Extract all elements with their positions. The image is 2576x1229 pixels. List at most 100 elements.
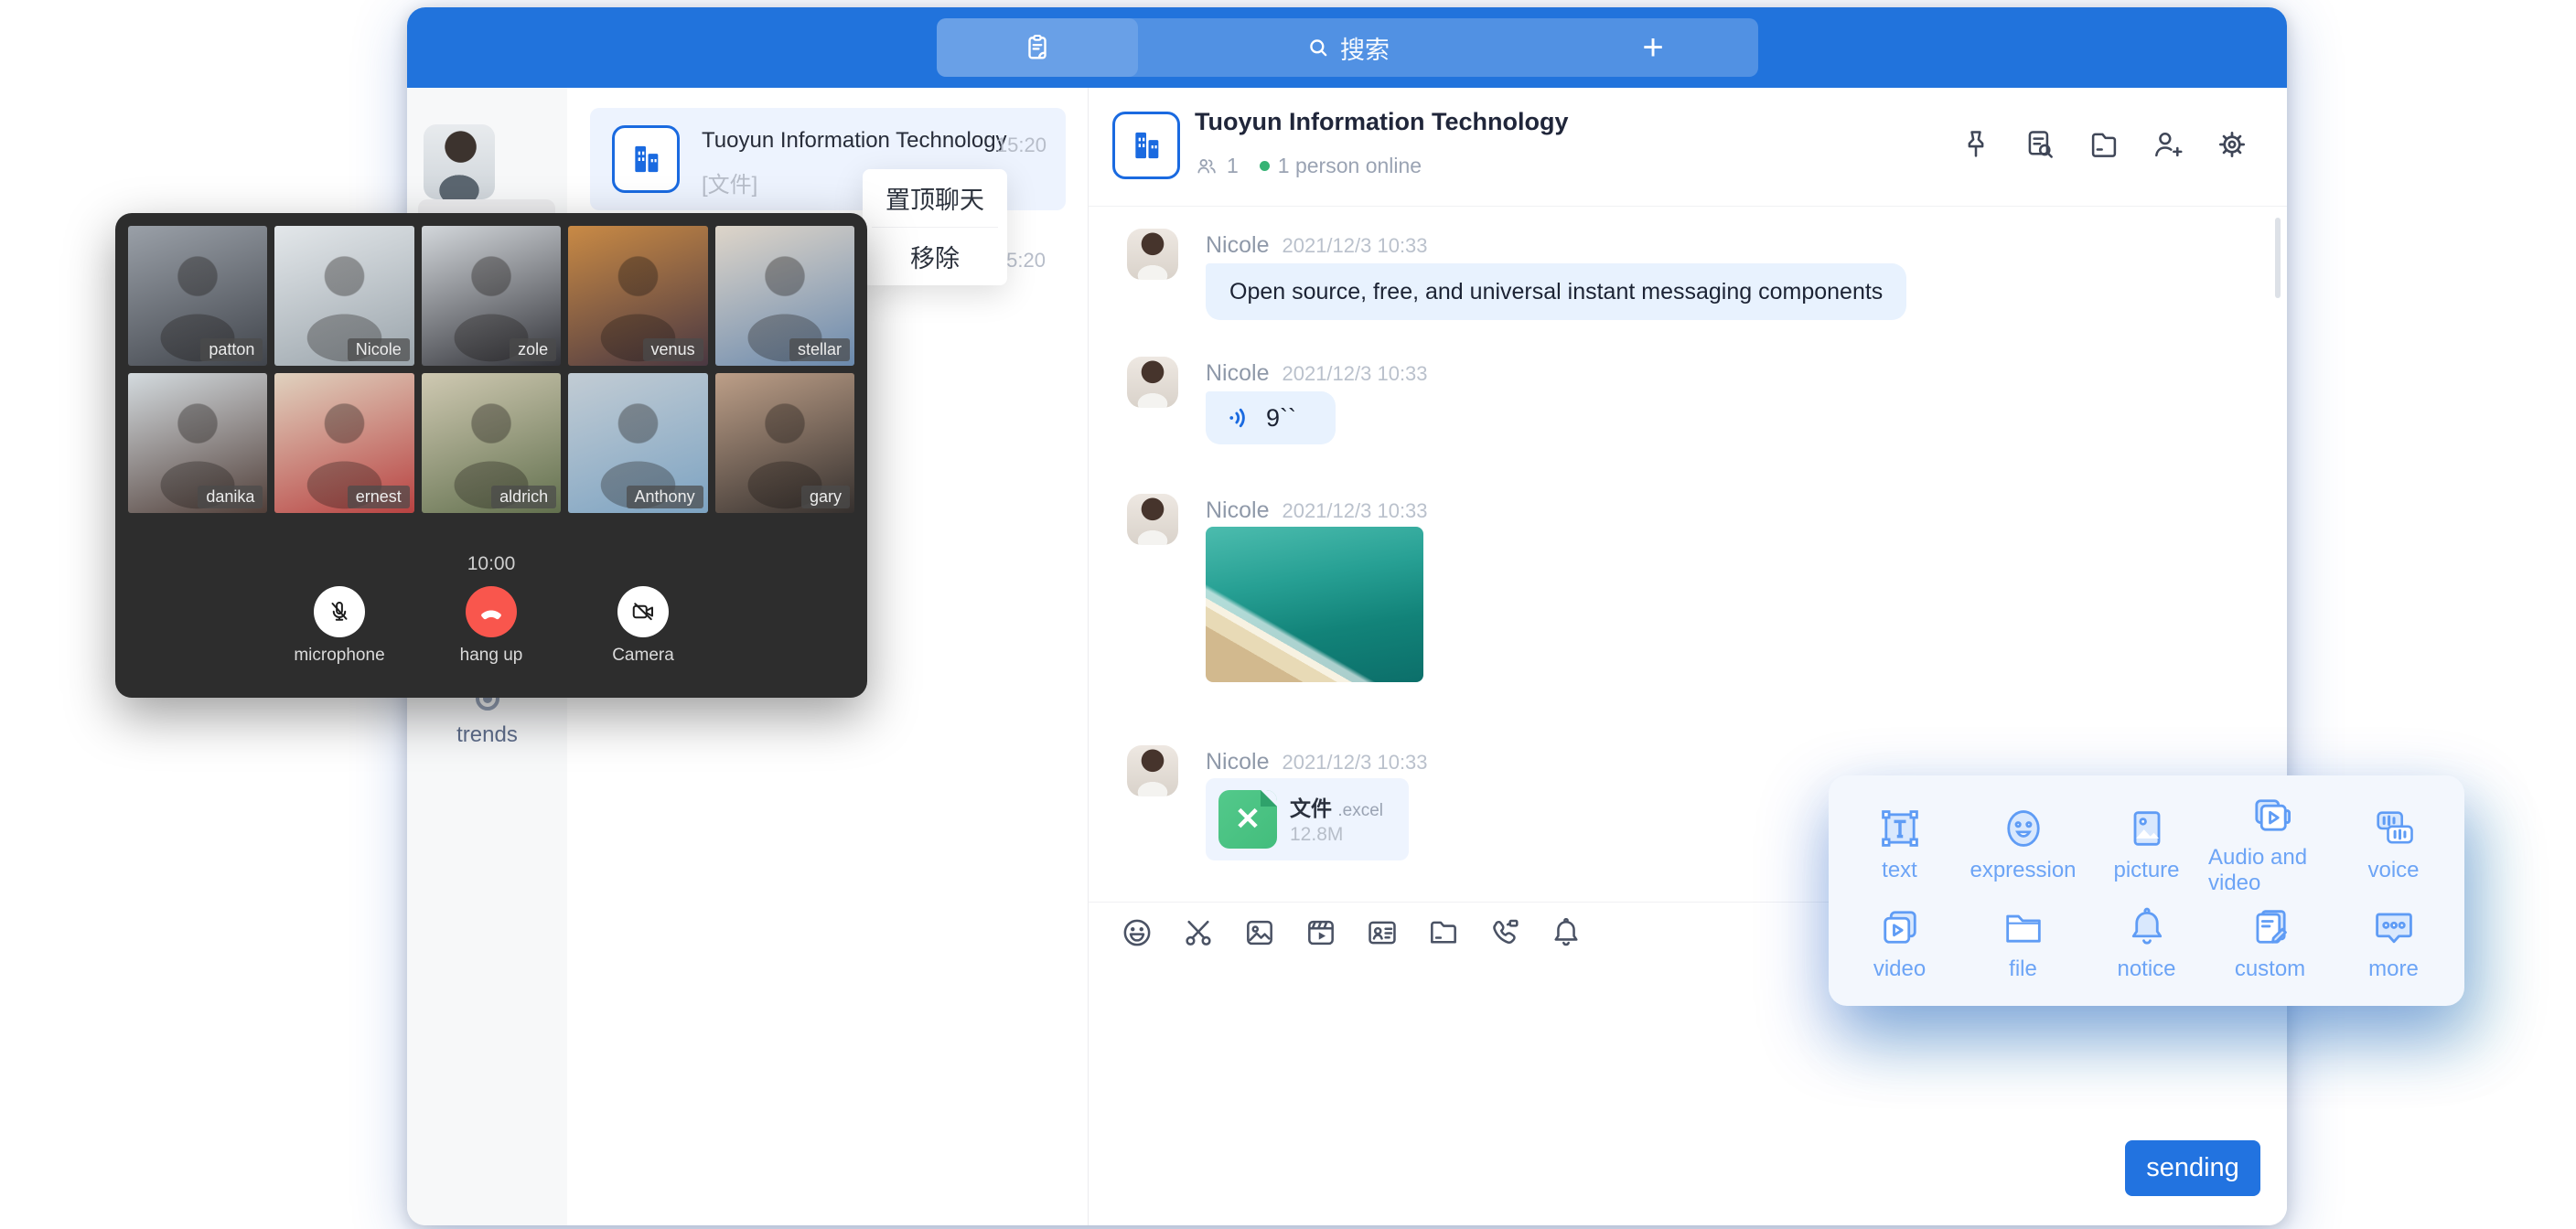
custom-icon <box>2247 903 2294 951</box>
participant-name: ernest <box>348 486 410 508</box>
voice-icon <box>2370 805 2418 852</box>
gear-icon[interactable] <box>2214 126 2250 163</box>
panel-item-expression[interactable]: expression <box>1961 792 2085 896</box>
sender-avatar[interactable] <box>1127 229 1178 280</box>
search-bar[interactable]: 搜索 + <box>937 18 1758 77</box>
sender-name: Nicole <box>1206 232 1269 258</box>
contact-card-icon[interactable] <box>1365 915 1400 950</box>
group-avatar <box>1112 112 1180 179</box>
camera-toggle-button[interactable] <box>617 586 669 637</box>
participant-name: Anthony <box>627 486 703 508</box>
panel-label: text <box>1882 858 1917 883</box>
control-label: Camera <box>579 646 707 666</box>
top-bar: 搜索 + <box>407 7 2287 88</box>
expression-icon <box>2000 805 2047 852</box>
hang-up-button[interactable] <box>466 586 517 637</box>
video-tile: patton <box>128 226 267 366</box>
message-time: 2021/12/3 10:33 <box>1282 751 1427 774</box>
video-tile: danika <box>128 373 267 513</box>
participant-name: zole <box>510 338 556 361</box>
input-toolbar <box>1120 915 1583 950</box>
sender-avatar[interactable] <box>1127 494 1178 545</box>
building-icon <box>1128 127 1165 164</box>
video-clip-icon[interactable] <box>1304 915 1338 950</box>
menu-item-remove[interactable]: 移除 <box>863 228 1007 285</box>
call-controls: microphone hang up Camer <box>115 586 867 666</box>
camera-muted-icon <box>629 598 657 625</box>
scrollbar-thumb[interactable] <box>2275 218 2281 298</box>
panel-label: Audio and video <box>2208 845 2332 896</box>
voice-message-bubble[interactable]: 9`` <box>1206 391 1336 444</box>
screen: 搜索 + trends <box>0 0 2576 1229</box>
chat-header-actions <box>1958 126 2250 163</box>
context-menu: 置顶聊天 移除 <box>863 169 1007 285</box>
message-type-panel: text expression picture <box>1829 775 2464 1006</box>
screenshot-scissors-icon[interactable] <box>1181 915 1216 950</box>
member-count: 1 <box>1227 154 1239 178</box>
conversation-time: 15:20 <box>996 134 1046 157</box>
chat-history-search-icon[interactable] <box>2022 126 2058 163</box>
members-icon <box>1195 155 1218 178</box>
conversation-title: Tuoyun Information Technology <box>702 128 1007 154</box>
call-timer: 10:00 <box>115 553 867 575</box>
picture-icon[interactable] <box>1242 915 1277 950</box>
panel-label: file <box>2009 956 2037 982</box>
panel-item-text[interactable]: text <box>1838 792 1961 896</box>
menu-item-pin-chat[interactable]: 置顶聊天 <box>863 169 1007 227</box>
panel-item-custom[interactable]: custom <box>2208 896 2332 989</box>
sender-name: Nicole <box>1206 497 1269 523</box>
file-size: 12.8M <box>1290 824 1343 846</box>
add-button[interactable]: + <box>1618 18 1688 77</box>
chat-area: Tuoyun Information Technology 1 1 person… <box>1089 88 2287 1225</box>
voice-wave-icon <box>1226 404 1253 432</box>
avatar[interactable] <box>424 124 495 199</box>
participant-name: venus <box>643 338 703 361</box>
camera-control: Camera <box>579 586 707 666</box>
file-message-card[interactable]: ✕ 文件 .excel 12.8M <box>1206 778 1409 860</box>
file-box-icon[interactable] <box>2086 126 2122 163</box>
hangup-phone-icon <box>477 597 506 626</box>
video-tile: aldrich <box>422 373 561 513</box>
audio-video-icon <box>2247 792 2294 839</box>
chat-header: Tuoyun Information Technology 1 1 person… <box>1089 88 2287 207</box>
trends-label: trends <box>407 722 567 748</box>
sender-avatar[interactable] <box>1127 357 1178 408</box>
image-message-beach-photo[interactable] <box>1206 527 1423 682</box>
online-text: 1 person online <box>1278 154 1422 178</box>
message-time: 2021/12/3 10:33 <box>1282 234 1427 257</box>
panel-label: video <box>1873 956 1926 982</box>
panel-label: notice <box>2117 956 2175 982</box>
panel-item-more[interactable]: more <box>2332 896 2455 989</box>
pin-icon[interactable] <box>1958 126 1994 163</box>
picture-icon-blue <box>2123 805 2171 852</box>
text-icon <box>1876 805 1924 852</box>
message-bubble[interactable]: Open source, free, and universal instant… <box>1206 263 1906 320</box>
microphone-mute-button[interactable] <box>314 586 365 637</box>
panel-item-video[interactable]: video <box>1838 896 1961 989</box>
panel-item-notice[interactable]: notice <box>2085 896 2208 989</box>
send-button[interactable]: sending <box>2125 1140 2260 1196</box>
sender-avatar[interactable] <box>1127 745 1178 796</box>
video-call-icon[interactable] <box>1487 915 1522 950</box>
participant-name: patton <box>200 338 263 361</box>
panel-item-voice[interactable]: voice <box>2332 792 2455 896</box>
add-member-icon[interactable] <box>2150 126 2186 163</box>
excel-file-icon: ✕ <box>1218 790 1277 849</box>
panel-item-file[interactable]: file <box>1961 896 2085 989</box>
participant-name: gary <box>801 486 850 508</box>
participant-name: stellar <box>789 338 850 361</box>
group-avatar <box>612 125 680 193</box>
sender-name: Nicole <box>1206 749 1269 775</box>
notification-bell-icon[interactable] <box>1549 915 1583 950</box>
participant-name: Nicole <box>348 338 410 361</box>
panel-item-picture[interactable]: picture <box>2085 792 2208 896</box>
control-label: microphone <box>275 646 403 666</box>
folder-icon[interactable] <box>1426 915 1461 950</box>
mic-muted-icon <box>326 598 353 625</box>
emoji-icon[interactable] <box>1120 915 1154 950</box>
participant-name: aldrich <box>491 486 556 508</box>
panel-item-audio-video[interactable]: Audio and video <box>2208 792 2332 896</box>
file-name: 文件 <box>1290 796 1332 820</box>
voice-duration: 9`` <box>1266 404 1296 433</box>
control-label: hang up <box>427 646 555 666</box>
